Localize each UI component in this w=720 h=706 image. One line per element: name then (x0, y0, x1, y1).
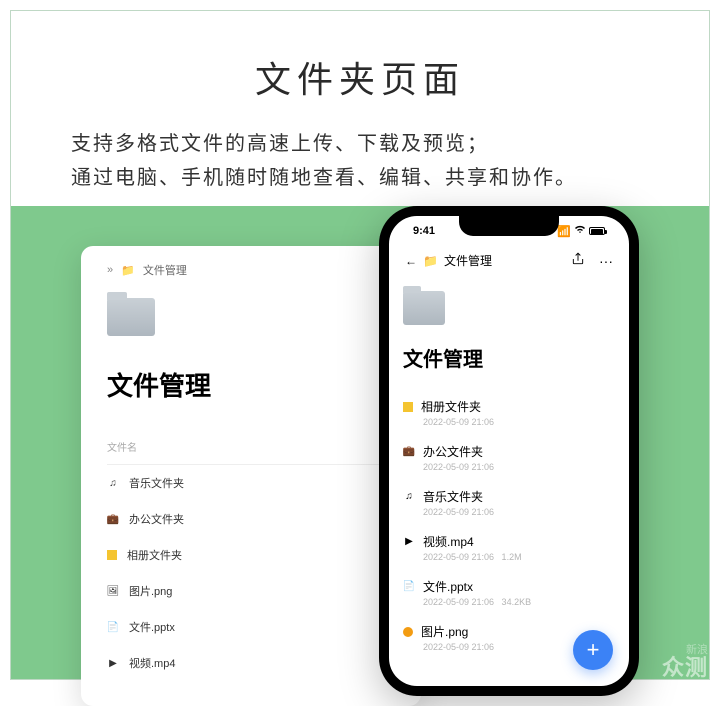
phone-breadcrumb[interactable]: 文件管理 (444, 252, 492, 269)
file-name: 视频.mp4 (423, 533, 474, 550)
phone-notch (459, 216, 559, 236)
page-desc-2: 通过电脑、手机随时随地查看、编辑、共享和协作。 (71, 161, 649, 195)
file-name: 视频.mp4 (129, 655, 175, 671)
showcase-stage: » 📁 文件管理 文件管理 文件名 ♫音乐文件夹💼办公文件夹相册文件夹🖼图片.p… (11, 206, 709, 679)
file-name: 音乐文件夹 (423, 488, 483, 505)
list-item[interactable]: ♫ 音乐文件夹 2022-05-09 21:06 (403, 480, 615, 525)
promo-frame: 文件夹页面 支持多格式文件的高速上传、下载及预览； 通过电脑、手机随时随地查看、… (10, 10, 710, 680)
phone-file-list: 相册文件夹 2022-05-09 21:06 💼 办公文件夹 2022-05-09 21… (403, 390, 615, 660)
add-button[interactable]: + (573, 630, 613, 670)
file-meta: 2022-05-09 21:06 (403, 507, 615, 517)
desktop-page-title: 文件管理 (107, 366, 395, 403)
file-meta: 2022-05-09 21:06 34.2KB (403, 597, 615, 607)
file-name: 音乐文件夹 (129, 475, 184, 491)
document-icon: 📄 (107, 621, 119, 633)
list-item[interactable]: 🖼 图片.png (107, 573, 395, 609)
watermark: 新浪 众测 (662, 644, 708, 680)
watermark-line2: 众测 (662, 656, 708, 680)
briefcase-icon: 💼 (107, 513, 119, 525)
wifi-icon (574, 225, 586, 237)
file-name: 相册文件夹 (421, 398, 481, 415)
list-item[interactable]: 📄 文件.pptx (107, 609, 395, 645)
file-name: 图片.png (421, 623, 468, 640)
desktop-window: » 📁 文件管理 文件管理 文件名 ♫ 音乐文件夹 💼 办公文件夹相册文件夹 🖼 图片.p… (81, 246, 421, 706)
file-meta: 2022-05-09 21:06 (403, 462, 615, 472)
file-name: 文件.pptx (129, 619, 175, 635)
status-time: 9:41 (413, 225, 435, 237)
file-meta: 2022-05-09 21:06 (403, 417, 615, 427)
battery-icon (589, 227, 605, 235)
image-icon: 🖼 (107, 585, 119, 597)
signal-icon: 📶 (557, 225, 571, 238)
file-name: 办公文件夹 (129, 511, 184, 527)
list-item[interactable]: 💼 办公文件夹 (107, 501, 395, 537)
list-item[interactable]: ▶ 视频.mp4 (107, 645, 395, 681)
column-header-name: 文件名 (107, 439, 395, 465)
phone-mockup: 9:41 📶 ← 📁 文件管理 (379, 206, 639, 696)
video-icon: ▶ (403, 536, 415, 548)
share-icon[interactable] (571, 252, 585, 269)
breadcrumb[interactable]: » 📁 文件管理 (107, 262, 395, 278)
list-item[interactable]: 💼 办公文件夹 2022-05-09 21:06 (403, 435, 615, 480)
folder-hero-icon (107, 298, 155, 336)
list-item[interactable]: 相册文件夹 (107, 537, 395, 573)
briefcase-icon: 💼 (403, 446, 415, 458)
list-item[interactable]: ▶ 视频.mp4 2022-05-09 21:06 1.2M (403, 525, 615, 570)
more-icon[interactable]: ··· (599, 253, 613, 269)
header-area: 文件夹页面 支持多格式文件的高速上传、下载及预览； 通过电脑、手机随时随地查看、… (11, 11, 709, 215)
music-icon: ♫ (403, 491, 415, 503)
file-name: 相册文件夹 (127, 547, 182, 563)
phone-folder-hero-icon (403, 291, 445, 325)
page-desc-1: 支持多格式文件的高速上传、下载及预览； (71, 127, 649, 161)
gallery-icon (403, 402, 413, 412)
file-name: 办公文件夹 (423, 443, 483, 460)
list-item[interactable]: 📄 文件.pptx 2022-05-09 21:06 34.2KB (403, 570, 615, 615)
watermark-line1: 新浪 (662, 644, 708, 656)
phone-page-title: 文件管理 (403, 343, 615, 372)
video-icon: ▶ (107, 657, 119, 669)
page-title: 文件夹页面 (71, 51, 649, 103)
phone-screen: 9:41 📶 ← 📁 文件管理 (389, 216, 629, 686)
status-icons: 📶 (557, 225, 605, 238)
desktop-file-list: ♫ 音乐文件夹 💼 办公文件夹相册文件夹 🖼 图片.png 📄 文件.pptx ▶ 视频.mp4 (107, 465, 395, 681)
file-meta: 2022-05-09 21:06 1.2M (403, 552, 615, 562)
breadcrumb-label: 文件管理 (143, 262, 187, 278)
folder-mini-icon: 📁 (121, 264, 135, 277)
chevron-double-icon: » (107, 264, 113, 276)
file-name: 图片.png (129, 583, 172, 599)
document-icon: 📄 (403, 581, 415, 593)
list-item[interactable]: 相册文件夹 2022-05-09 21:06 (403, 390, 615, 435)
back-icon[interactable]: ← (405, 254, 417, 268)
phone-topbar: ← 📁 文件管理 ··· (403, 246, 615, 279)
music-icon: ♫ (107, 477, 119, 489)
file-name: 文件.pptx (423, 578, 473, 595)
gallery-icon (107, 550, 117, 560)
folder-mini-icon: 📁 (423, 254, 438, 268)
image-circle-icon (403, 627, 413, 637)
list-item[interactable]: ♫ 音乐文件夹 (107, 465, 395, 501)
